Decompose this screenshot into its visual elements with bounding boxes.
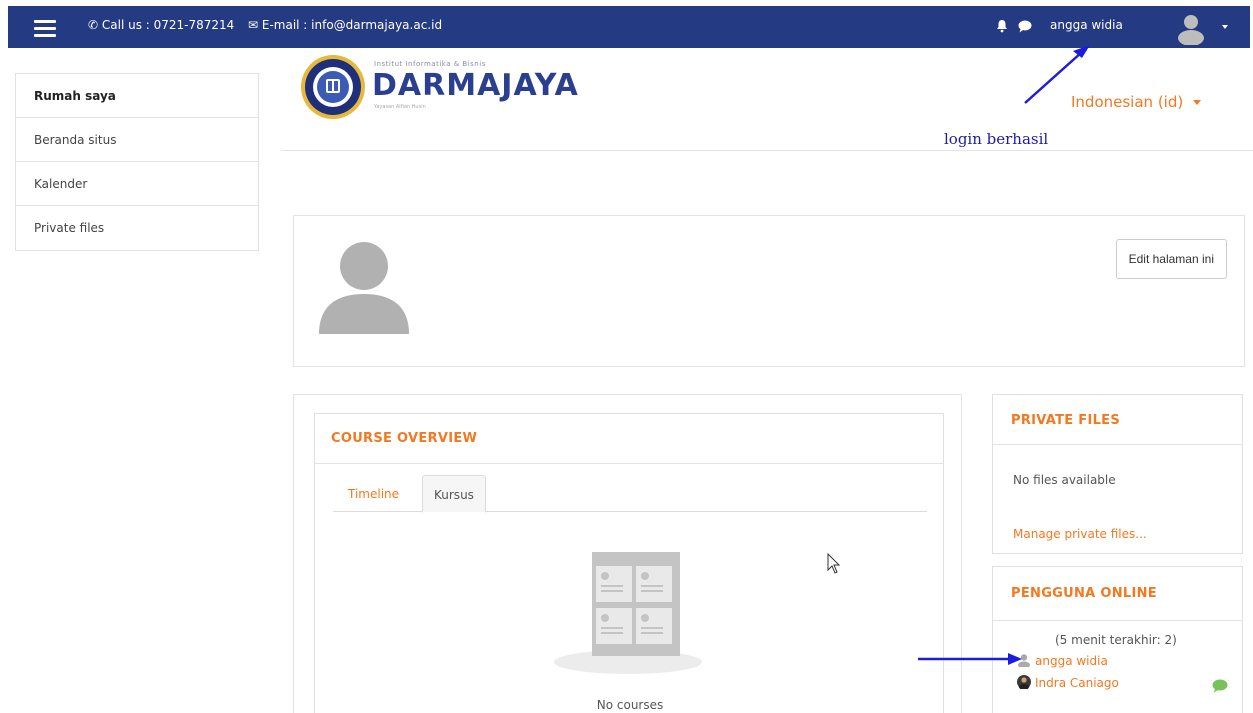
profile-avatar-icon (319, 242, 409, 334)
sidebar-item-beranda-situs[interactable]: Beranda situs (16, 118, 258, 162)
online-users-subtitle: (5 menit terakhir: 2) (1055, 633, 1177, 647)
tab-kursus[interactable]: Kursus (422, 475, 486, 513)
online-user-item[interactable]: angga widia (1017, 653, 1108, 668)
phone-icon: ✆ (88, 18, 99, 32)
course-tabs: Timeline Kursus (333, 475, 927, 513)
language-selector[interactable]: Indonesian (id) (1071, 93, 1202, 111)
sidebar-item-rumah-saya[interactable]: Rumah saya (16, 74, 258, 118)
online-users-title: PENGGUNA ONLINE (993, 567, 1242, 621)
chat-bubble-icon[interactable] (1018, 20, 1032, 33)
email-text: E-mail : info@darmajaya.ac.id (261, 18, 443, 32)
chevron-down-icon (1193, 100, 1202, 105)
logo-emblem-icon (301, 55, 365, 119)
edit-page-button[interactable]: Edit halaman ini (1115, 239, 1227, 279)
contact-info: ✆ Call us : 0721-787214 ✉ E-mail : info@… (88, 18, 442, 32)
private-files-title: PRIVATE FILES (993, 395, 1242, 445)
user-avatar-icon[interactable] (1174, 11, 1208, 45)
main-content-region: COURSE OVERVIEW Timeline Kursus No cours… (293, 394, 962, 713)
user-name[interactable]: angga widia (1050, 18, 1123, 32)
sidebar-item-private-files[interactable]: Private files (16, 206, 258, 250)
online-users-block: PENGGUNA ONLINE (5 menit terakhir: 2) an… (992, 566, 1243, 713)
message-icon[interactable] (1212, 679, 1228, 693)
mouse-cursor-icon (827, 553, 841, 574)
logo-foundation-text: Yayasan Alfian Husin (374, 104, 426, 110)
no-courses-text: No courses (596, 698, 664, 712)
private-files-block: PRIVATE FILES No files available Manage … (992, 394, 1243, 554)
course-overview-card: COURSE OVERVIEW Timeline Kursus No cours… (314, 413, 944, 713)
login-annotation: login berhasil (944, 130, 1049, 148)
online-user-item[interactable]: Indra Caniago (1017, 675, 1119, 690)
top-navbar: ✆ Call us : 0721-787214 ✉ E-mail : info@… (8, 6, 1250, 48)
no-courses-illustration-icon (554, 552, 702, 674)
profile-region: Edit halaman ini (293, 215, 1245, 367)
course-overview-title: COURSE OVERVIEW (315, 414, 943, 464)
page-header: Institut Informatika & Bisnis DARMAJAYA … (281, 48, 1253, 151)
online-user-name: angga widia (1035, 654, 1108, 668)
logo-title: DARMAJAYA (372, 68, 579, 103)
language-label: Indonesian (id) (1071, 93, 1184, 111)
email-icon: ✉ (247, 18, 259, 32)
tab-timeline[interactable]: Timeline (336, 475, 411, 513)
sidebar-item-kalender[interactable]: Kalender (16, 162, 258, 206)
no-files-text: No files available (1013, 473, 1116, 487)
chevron-down-icon[interactable] (1222, 25, 1228, 29)
online-user-name: Indra Caniago (1035, 676, 1119, 690)
darmajaya-logo[interactable]: Institut Informatika & Bisnis DARMAJAYA … (300, 54, 578, 124)
manage-private-files-link[interactable]: Manage private files... (1013, 527, 1147, 541)
sidebar-nav: Rumah saya Beranda situs Kalender Privat… (15, 73, 259, 251)
user-photo-icon (1017, 675, 1031, 689)
bell-icon[interactable] (995, 19, 1009, 33)
hamburger-menu-icon[interactable] (34, 20, 56, 37)
user-icon (1018, 654, 1030, 667)
phone-text: Call us : 0721-787214 (101, 18, 235, 32)
logo-subtitle: Institut Informatika & Bisnis (374, 60, 486, 68)
